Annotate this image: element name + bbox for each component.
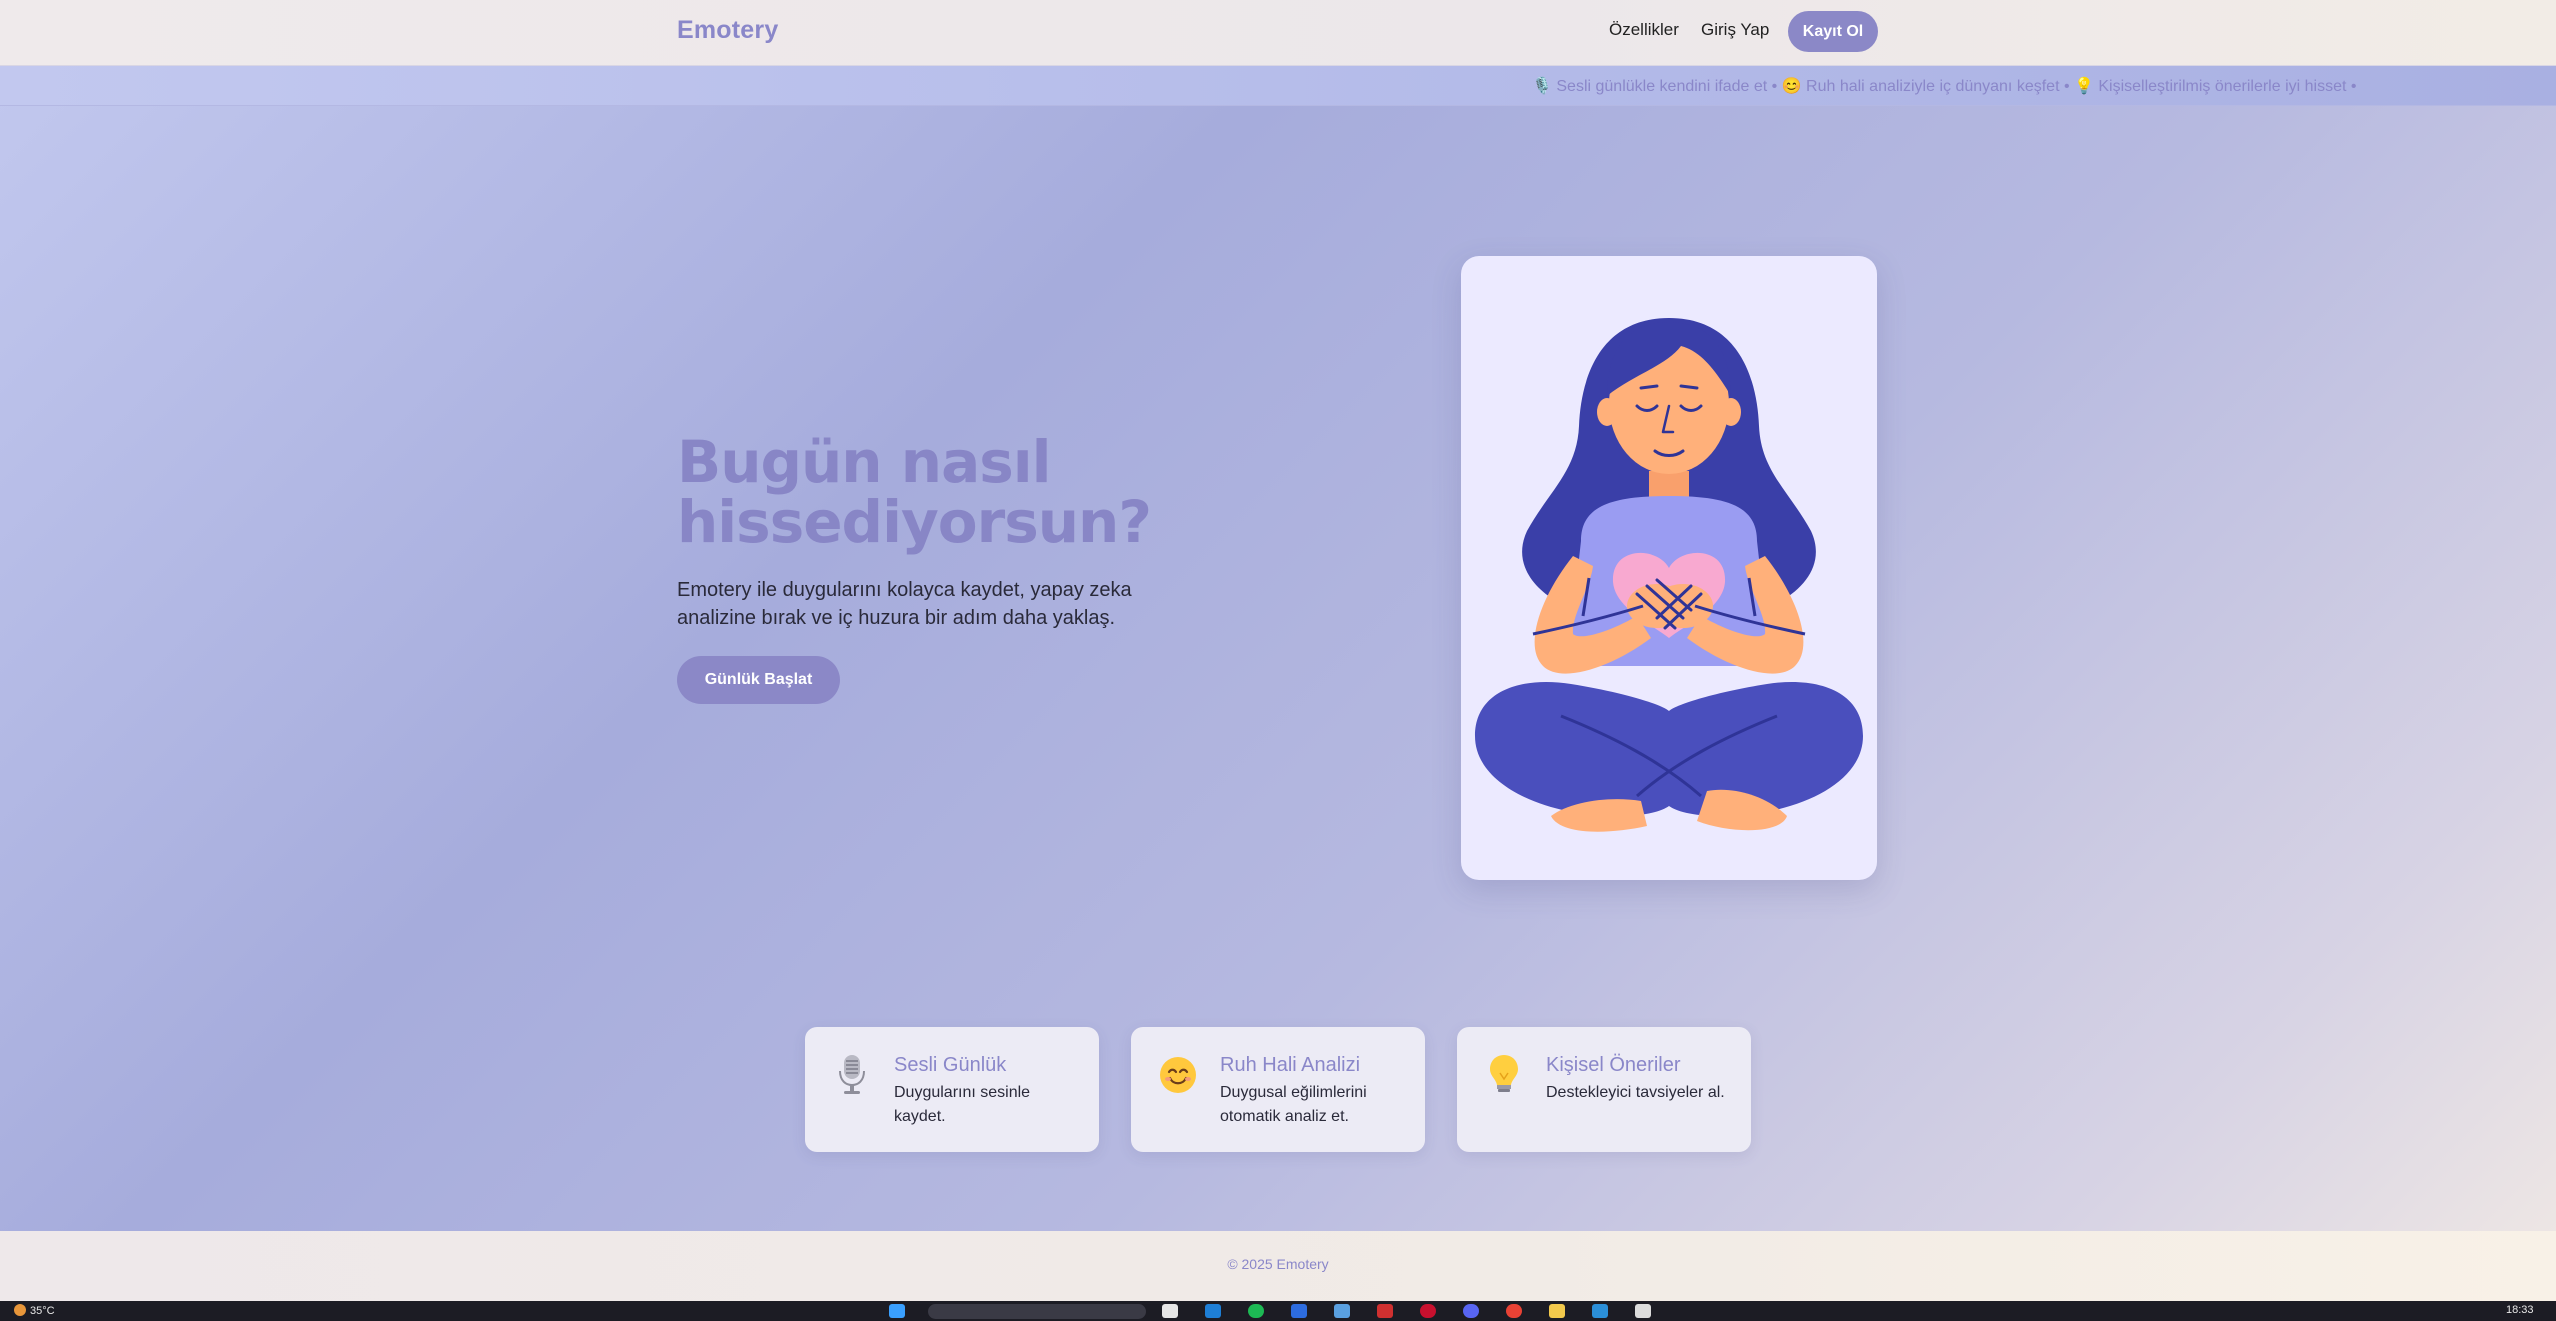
feature-card-personal-suggestions: Kişisel Öneriler Destekleyici tavsiyeler… <box>1457 1027 1751 1152</box>
weather-temp: 35°C <box>30 1305 55 1317</box>
copyright-text: © 2025 Emotery <box>1227 1256 1329 1272</box>
feature-title: Sesli Günlük <box>894 1054 1007 1076</box>
feature-description: Duygularını sesinle kaydet. <box>894 1084 1031 1125</box>
taskbar-app-icon[interactable] <box>1291 1304 1307 1318</box>
taskbar-app-icon[interactable] <box>1635 1304 1651 1318</box>
feature-title: Kişisel Öneriler <box>1546 1054 1681 1076</box>
ticker-text: 🎙️ Sesli günlükle kendini ifade et • 😊 R… <box>1532 78 2357 95</box>
hero-illustration-card <box>1461 256 1877 880</box>
os-taskbar: 35°C 18:33 <box>0 1301 2556 1321</box>
taskbar-search[interactable] <box>928 1304 1146 1319</box>
microphone-icon <box>839 1055 865 1094</box>
start-icon[interactable] <box>889 1304 905 1318</box>
top-navbar: Emotery Özellikler Giriş Yap Kayıt Ol <box>0 0 2556 66</box>
page-footer: © 2025 Emotery <box>0 1231 2556 1301</box>
discord-icon[interactable] <box>1463 1304 1479 1318</box>
meditating-woman-illustration <box>1475 318 1863 832</box>
feature-description: Duygusal eğilimlerini otomatik analiz et… <box>1220 1084 1367 1125</box>
smiley-icon <box>1160 1057 1196 1093</box>
feature-title: Ruh Hali Analizi <box>1220 1054 1361 1076</box>
edge-icon[interactable] <box>1205 1304 1221 1318</box>
feature-description: Destekleyici tavsiyeler al. <box>1546 1084 1725 1101</box>
hero-title: Bugün nasıl hissediyorsun? <box>677 428 1152 556</box>
register-button[interactable]: Kayıt Ol <box>1788 11 1878 52</box>
opera-icon[interactable] <box>1420 1304 1436 1318</box>
folder-icon[interactable] <box>1549 1304 1565 1318</box>
start-journal-button[interactable]: Günlük Başlat <box>677 656 840 704</box>
vscode-icon[interactable] <box>1592 1304 1608 1318</box>
hero-subtitle: Emotery ile duygularını kolayca kaydet, … <box>677 579 1132 629</box>
taskbar-clock[interactable]: 18:33 <box>2506 1304 2534 1316</box>
feature-card-voice-journal: Sesli Günlük Duygularını sesinle kaydet. <box>805 1027 1099 1152</box>
weather-widget[interactable]: 35°C <box>14 1304 55 1317</box>
brand-logo[interactable]: Emotery <box>677 16 778 45</box>
nav-link-features[interactable]: Özellikler <box>1609 20 1679 40</box>
announcement-ticker: 🎙️ Sesli günlükle kendini ifade et • 😊 R… <box>0 66 2556 106</box>
lightbulb-icon <box>1490 1055 1518 1092</box>
nav-link-login[interactable]: Giriş Yap <box>1701 20 1769 40</box>
chrome-icon[interactable] <box>1506 1304 1522 1318</box>
weather-icon <box>14 1304 26 1317</box>
store-icon[interactable] <box>1334 1304 1350 1318</box>
taskbar-app-icon[interactable] <box>1162 1304 1178 1318</box>
taskbar-app-icon[interactable] <box>1377 1304 1393 1318</box>
feature-card-mood-analysis: Ruh Hali Analizi Duygusal eğilimlerini o… <box>1131 1027 1425 1152</box>
spotify-icon[interactable] <box>1248 1304 1264 1318</box>
